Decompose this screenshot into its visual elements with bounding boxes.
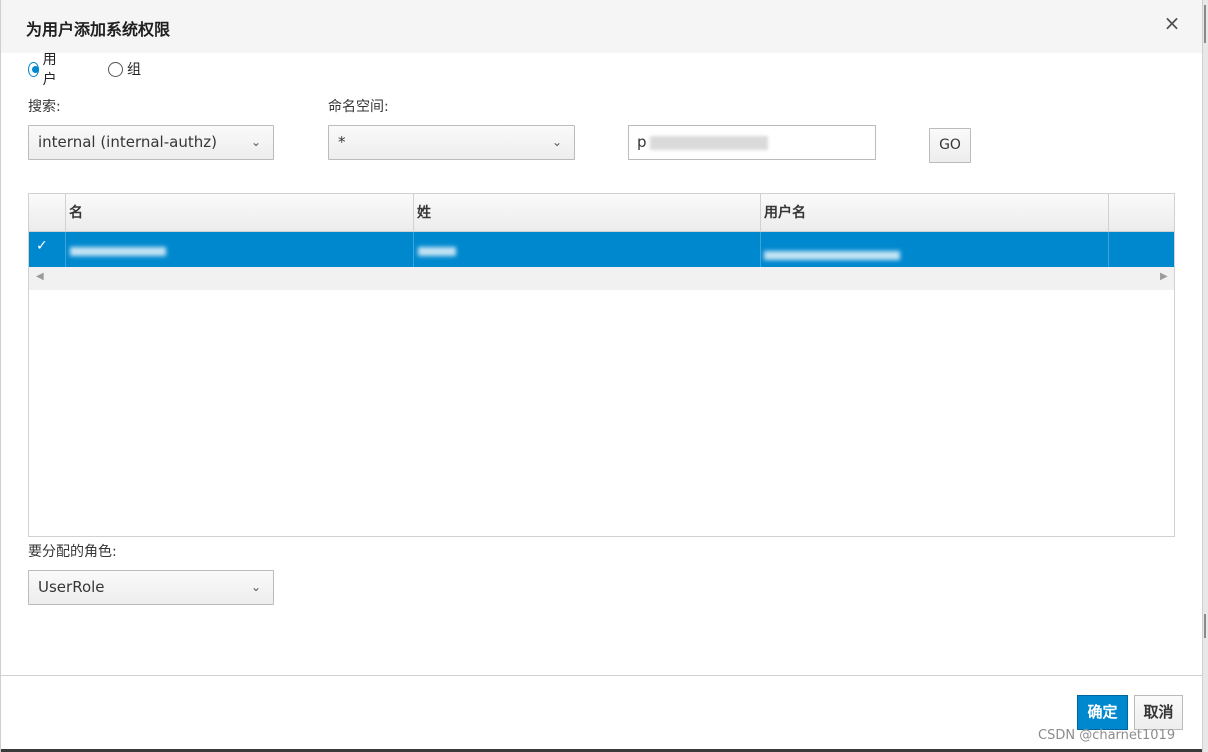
footer-divider [1,675,1203,676]
namespace-value: * [338,133,346,151]
search-label: 搜索: [28,99,61,115]
select-column-header [29,194,66,232]
horizontal-scrollbar[interactable]: ◀ ▶ [29,267,1174,290]
first-name-cell [66,232,414,267]
redacted-text [418,247,456,256]
last-name-cell [414,232,761,267]
table-row[interactable]: ✓ [29,232,1174,267]
checkmark-icon: ✓ [36,238,48,254]
redacted-text [649,135,768,150]
dialog-header: 为用户添加系统权限 × [1,0,1203,53]
column-header-last-name[interactable]: 姓 [414,194,761,232]
go-button[interactable]: GO [929,128,971,163]
namespace-label: 命名空间: [328,99,389,115]
scroll-right-icon[interactable]: ▶ [1160,271,1168,282]
search-query-input[interactable]: p [628,125,876,160]
chevron-down-icon: ⌄ [250,580,261,594]
column-header-first-name[interactable]: 名 [66,194,414,232]
table-header: 名 姓 用户名 [29,194,1174,232]
role-value: UserRole [38,578,105,596]
auth-provider-value: internal (internal-authz) [38,133,217,151]
chevron-down-icon: ⌄ [250,135,261,149]
role-label: 要分配的角色: [28,544,117,560]
radio-group-label: 组 [127,62,141,78]
auth-provider-select[interactable]: internal (internal-authz) ⌄ [28,125,274,160]
radio-user[interactable]: 用户 [28,52,61,88]
row-select-cell[interactable]: ✓ [29,232,66,267]
chevron-down-icon: ⌄ [551,135,562,149]
dialog-title: 为用户添加系统权限 [26,20,171,39]
watermark-text: CSDN @charnet1019 [1038,728,1176,743]
cancel-button[interactable]: 取消 [1134,695,1183,730]
ok-button[interactable]: 确定 [1077,695,1128,730]
radio-unselected-icon [108,61,123,77]
username-cell [761,232,1109,267]
redacted-text [70,247,166,256]
radio-selected-icon [28,61,39,77]
scroll-left-icon[interactable]: ◀ [36,271,44,282]
column-header-username[interactable]: 用户名 [761,194,1109,232]
radio-user-label: 用户 [42,52,57,88]
close-icon[interactable]: × [1161,10,1183,36]
add-system-permission-dialog: 为用户添加系统权限 × 用户 组 搜索: 命名空间: internal (int… [0,0,1203,752]
edge-mark [1204,614,1206,638]
window-right-edge [1202,0,1208,752]
radio-group[interactable]: 组 [108,58,141,80]
redacted-text [764,251,900,260]
users-table: 名 姓 用户名 ✓ ◀ ▶ [28,193,1175,537]
namespace-select[interactable]: * ⌄ [328,125,575,160]
search-query-value: p [637,133,647,151]
edge-mark [1204,5,1206,43]
role-select[interactable]: UserRole ⌄ [28,570,274,605]
